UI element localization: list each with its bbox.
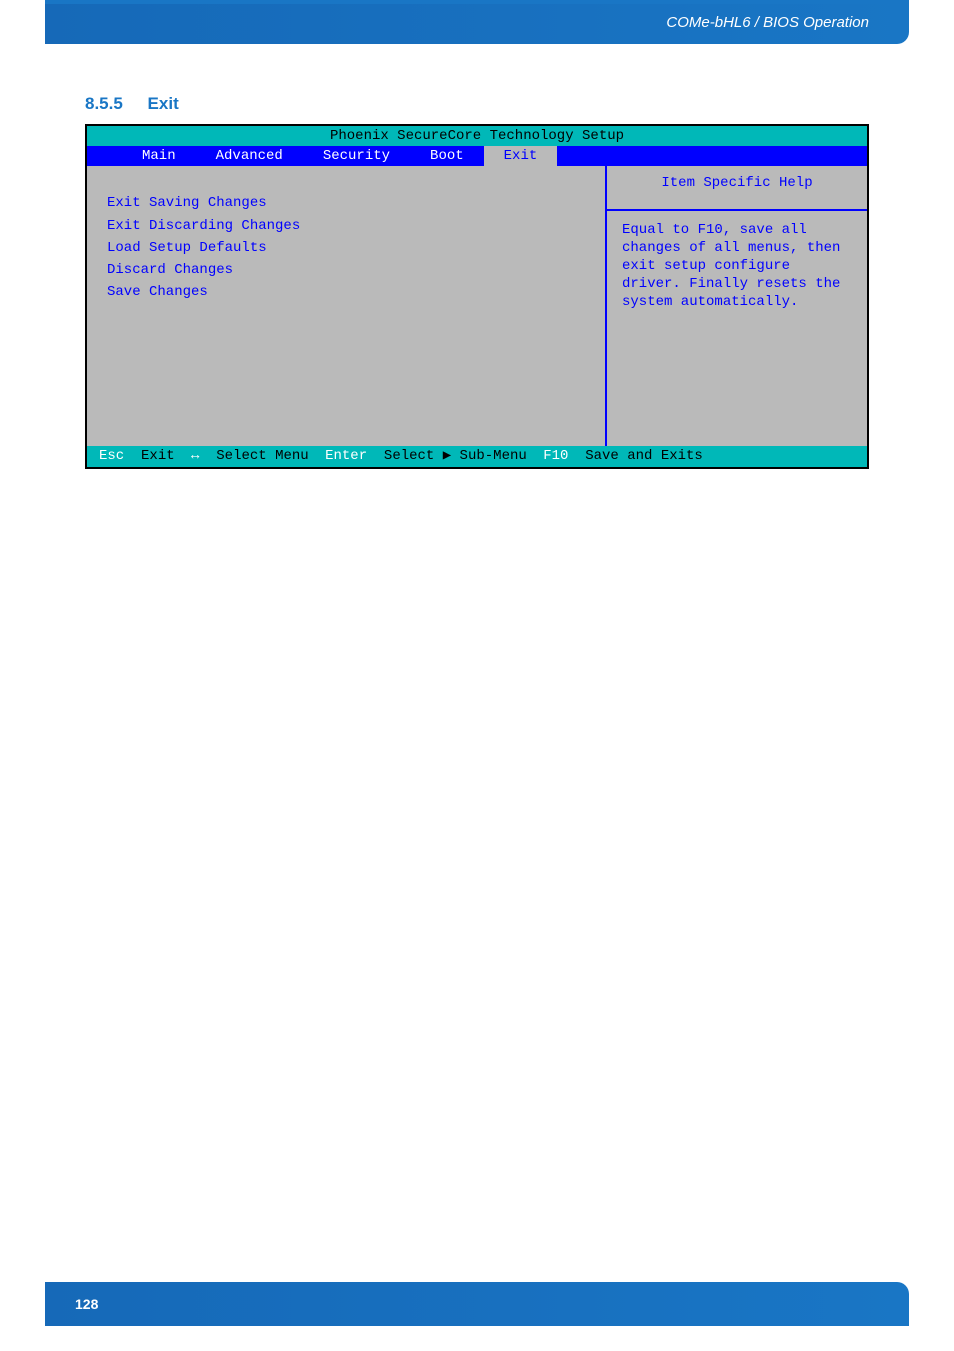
bios-footer-enter-label: Select ▶ Sub-Menu [384,447,527,465]
bios-tab-security[interactable]: Security [303,146,410,166]
bios-tab-boot[interactable]: Boot [410,146,484,166]
bios-help-text: Equal to F10, save all changes of all me… [622,221,852,312]
bios-menu-save-changes[interactable]: Save Changes [107,281,585,303]
bios-footer-f10-label: Save and Exits [585,447,703,465]
bios-menu-discard-changes[interactable]: Discard Changes [107,259,585,281]
section-heading: 8.5.5 Exit [85,94,869,114]
bios-menu-exit-saving[interactable]: Exit Saving Changes [107,192,585,214]
bios-footer-arrows-key: ↔ [191,447,199,465]
page-footer: 128 [45,1282,909,1326]
section-number: 8.5.5 [85,94,123,113]
bios-screenshot: Phoenix SecureCore Technology Setup Main… [85,124,869,469]
bios-footer-enter-key: Enter [325,447,367,465]
bios-menu-panel: Exit Saving Changes Exit Discarding Chan… [87,166,607,446]
page-header: COMe-bHL6 / BIOS Operation [45,0,909,44]
breadcrumb: COMe-bHL6 / BIOS Operation [666,14,869,31]
bios-footer: Esc Exit ↔ Select Menu Enter Select ▶ Su… [87,446,867,466]
bios-footer-esc-label: Exit [141,447,175,465]
bios-title-bar: Phoenix SecureCore Technology Setup [87,126,867,146]
page-number: 128 [75,1296,98,1312]
bios-body: Exit Saving Changes Exit Discarding Chan… [87,166,867,446]
bios-tab-exit[interactable]: Exit [484,146,558,166]
page-content: 8.5.5 Exit Phoenix SecureCore Technology… [0,44,954,469]
bios-help-title: Item Specific Help [622,174,852,200]
bios-tab-advanced[interactable]: Advanced [196,146,303,166]
section-title: Exit [148,94,179,113]
bios-menu-exit-discarding[interactable]: Exit Discarding Changes [107,215,585,237]
bios-footer-f10-key: F10 [543,447,568,465]
bios-tab-bar: Main Advanced Security Boot Exit [87,146,867,166]
bios-footer-arrows-label: Select Menu [216,447,308,465]
bios-footer-esc-key: Esc [99,447,124,465]
bios-menu-load-defaults[interactable]: Load Setup Defaults [107,237,585,259]
top-accent-bar [45,0,909,4]
bios-tab-main[interactable]: Main [122,146,196,166]
bios-help-panel: Item Specific Help Equal to F10, save al… [607,166,867,446]
bios-help-divider [607,209,867,211]
